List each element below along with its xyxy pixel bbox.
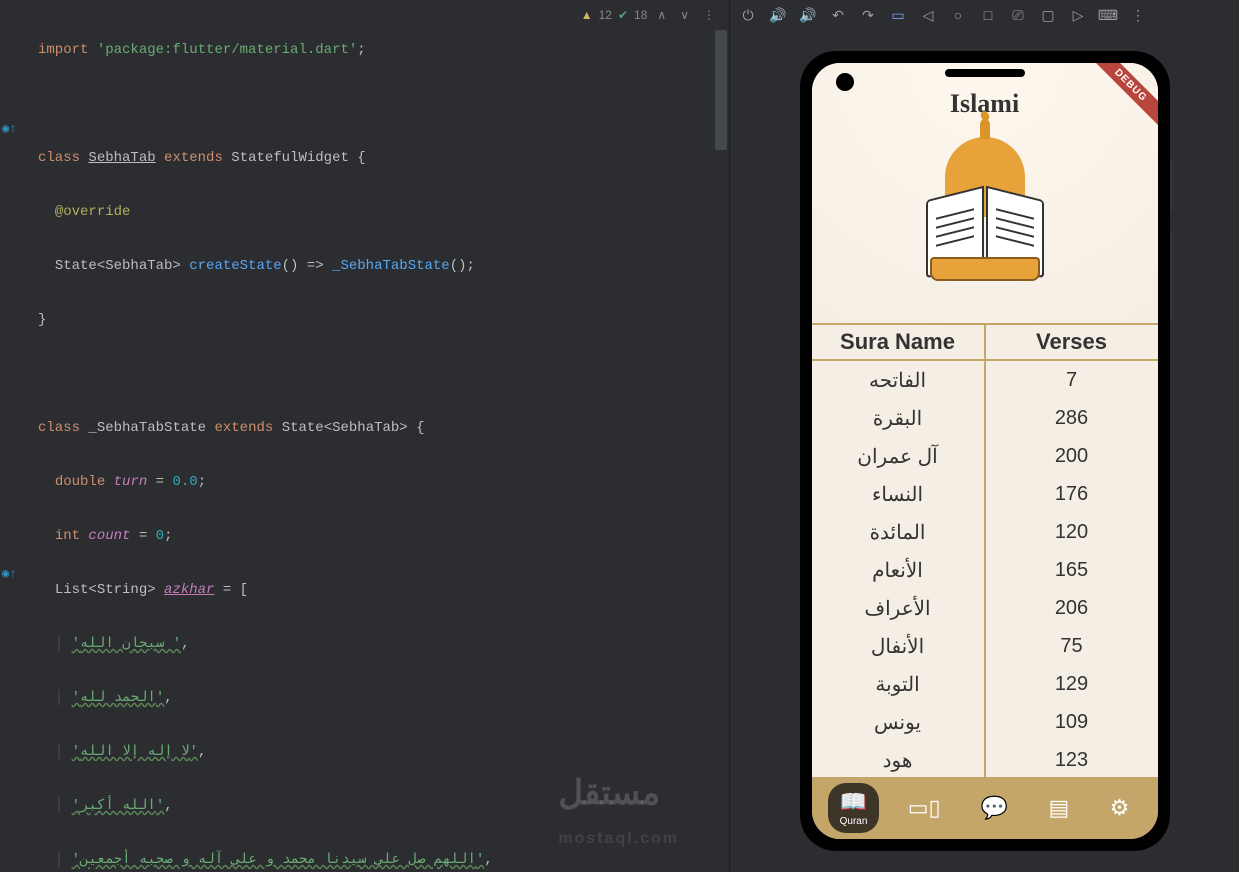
sura-name-cell: البقرة (812, 399, 986, 437)
table-row[interactable]: النساء176 (812, 475, 1158, 513)
rotate-left-icon[interactable]: ↶ (830, 7, 846, 23)
preview-toolbar: ⏻ 🔊 🔊 ↶ ↷ ▭ ◁ ○ □ ⎚ ▢ ▷ ⌨ ⋮ (730, 0, 1239, 30)
editor-gutter: ◉↑ ◉↑ (0, 0, 32, 872)
verses-cell: 206 (986, 589, 1158, 627)
sura-name-cell: آل عمران (812, 437, 986, 475)
device-frame-icon[interactable]: ▭ (890, 7, 906, 23)
sura-name-cell: النساء (812, 475, 986, 513)
nav-quran[interactable]: 📖 Quran (828, 783, 880, 833)
nav-quran-label: Quran (840, 816, 868, 827)
verses-cell: 75 (986, 627, 1158, 665)
home-btn-icon[interactable]: ○ (950, 7, 966, 23)
more-icon[interactable]: ⋮ (1130, 7, 1146, 23)
speech-icon: 💬 (981, 795, 1008, 821)
table-row[interactable]: الأنعام165 (812, 551, 1158, 589)
play-icon[interactable]: ▷ (1070, 7, 1086, 23)
header-sura-name: Sura Name (812, 325, 986, 359)
verses-cell: 200 (986, 437, 1158, 475)
nav-settings[interactable]: ⚙ (1098, 789, 1142, 827)
verses-cell: 123 (986, 741, 1158, 777)
table-header-row: Sura Name Verses (812, 323, 1158, 361)
code-area[interactable]: ◉↑ ◉↑ import 'package:flutter/material.d… (0, 0, 729, 872)
sura-name-cell: الأنعام (812, 551, 986, 589)
volume-down-icon[interactable]: 🔊 (800, 7, 816, 23)
gutter-override-icon[interactable]: ◉↑ (2, 561, 16, 588)
scrollbar-thumb[interactable] (715, 30, 727, 150)
editor-scrollbar[interactable] (715, 30, 727, 530)
phone-frame: DEBUG Islami Sura Name (800, 51, 1170, 851)
table-row[interactable]: المائدة120 (812, 513, 1158, 551)
phone-area: DEBUG Islami Sura Name (730, 30, 1239, 872)
verses-cell: 286 (986, 399, 1158, 437)
code-editor-pane: ▲ 12 ✔ 18 ∧ ∨ ⋮ ◉↑ ◉↑ import 'package:fl… (0, 0, 729, 872)
class-private: _Sebha (88, 420, 138, 436)
code-content: import 'package:flutter/material.dart'; … (0, 10, 729, 872)
radio-icon: ▤ (1049, 795, 1070, 821)
table-row[interactable]: الأعراف206 (812, 589, 1158, 627)
verses-cell: 165 (986, 551, 1158, 589)
phone-power-button (1170, 161, 1173, 211)
table-row[interactable]: التوبة129 (812, 665, 1158, 703)
gear-icon: ⚙ (1110, 795, 1130, 821)
nav-book[interactable]: ▭▯ (896, 789, 953, 827)
bottom-nav: 📖 Quran ▭▯ 💬 ▤ ⚙ (812, 777, 1158, 839)
verses-cell: 109 (986, 703, 1158, 741)
phone-screen[interactable]: DEBUG Islami Sura Name (812, 63, 1158, 839)
sura-name-cell: المائدة (812, 513, 986, 551)
camera-notch (836, 73, 854, 91)
table-row[interactable]: الأنفال75 (812, 627, 1158, 665)
record-icon[interactable]: ▢ (1040, 7, 1056, 23)
power-icon[interactable]: ⏻ (740, 7, 756, 23)
table-row[interactable]: البقرة286 (812, 399, 1158, 437)
rotate-right-icon[interactable]: ↷ (860, 7, 876, 23)
sura-name-cell: الأعراف (812, 589, 986, 627)
phone-speaker (945, 69, 1025, 77)
header-verses: Verses (986, 325, 1158, 359)
table-row[interactable]: هود123 (812, 741, 1158, 777)
verses-cell: 176 (986, 475, 1158, 513)
verses-cell: 129 (986, 665, 1158, 703)
app-header: Islami (812, 63, 1158, 323)
sura-name-cell: الأنفال (812, 627, 986, 665)
table-row[interactable]: آل عمران200 (812, 437, 1158, 475)
keyboard-icon[interactable]: ⌨ (1100, 7, 1116, 23)
sura-name-cell: هود (812, 741, 986, 777)
sura-table: Sura Name Verses الفاتحه7البقرة286آل عمر… (812, 323, 1158, 777)
nav-radio[interactable]: ▤ (1037, 789, 1082, 827)
table-row[interactable]: يونس109 (812, 703, 1158, 741)
phone-volume-button (1170, 231, 1173, 321)
sura-name-cell: يونس (812, 703, 986, 741)
quran-icon: 📖 (840, 789, 867, 815)
gutter-override-icon[interactable]: ◉↑ (2, 116, 16, 143)
screenshot-icon[interactable]: ⎚ (1010, 7, 1026, 23)
table-body[interactable]: الفاتحه7البقرة286آل عمران200النساء176الم… (812, 361, 1158, 777)
open-book-icon: ▭▯ (908, 795, 941, 821)
overview-btn-icon[interactable]: □ (980, 7, 996, 23)
verses-cell: 7 (986, 361, 1158, 399)
mosque-book-illustration (910, 125, 1060, 295)
volume-up-icon[interactable]: 🔊 (770, 7, 786, 23)
nav-sebha[interactable]: 💬 (969, 789, 1020, 827)
verses-cell: 120 (986, 513, 1158, 551)
device-preview-pane: ⏻ 🔊 🔊 ↶ ↷ ▭ ◁ ○ □ ⎚ ▢ ▷ ⌨ ⋮ DEBUG Islami (729, 0, 1239, 872)
sura-name-cell: الفاتحه (812, 361, 986, 399)
sura-name-cell: التوبة (812, 665, 986, 703)
table-row[interactable]: الفاتحه7 (812, 361, 1158, 399)
back-btn-icon[interactable]: ◁ (920, 7, 936, 23)
